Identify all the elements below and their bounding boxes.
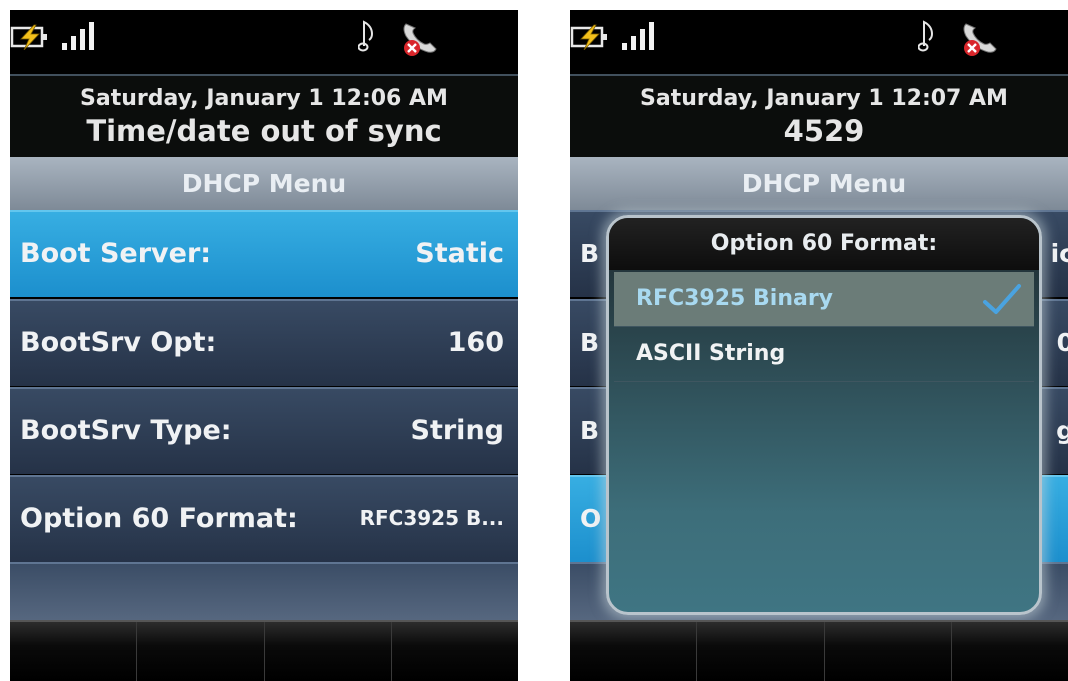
extension-number: 4529 [783, 114, 865, 148]
status-bar [570, 10, 1068, 74]
option-rfc3925-binary[interactable]: RFC3925 Binary [614, 272, 1034, 326]
row-label-fragment: O [580, 504, 602, 533]
softkey-1[interactable] [570, 622, 698, 681]
row-value-fragment: 0 [1056, 328, 1068, 357]
row-label-fragment: B [580, 416, 600, 445]
row-value: Static [415, 238, 504, 269]
softkey-3[interactable] [825, 622, 952, 681]
info-bar: Saturday, January 1 12:06 AM Time/date o… [10, 74, 518, 157]
softkey-2[interactable] [137, 622, 265, 681]
row-label-fragment: B [580, 328, 600, 357]
softkey-2[interactable] [697, 622, 825, 681]
status-bar [10, 10, 518, 74]
battery-charging-icon [570, 24, 607, 50]
row-value: String [410, 415, 504, 446]
call-end-icon [403, 23, 437, 56]
call-end-icon [963, 23, 997, 56]
sync-status-text: Time/date out of sync [86, 114, 442, 148]
row-value: 160 [447, 327, 504, 358]
phone-screen-dhcp-menu: Saturday, January 1 12:06 AM Time/date o… [10, 10, 518, 681]
row-value-fragment: g [1056, 416, 1068, 445]
softkey-4[interactable] [952, 622, 1068, 681]
date-time-text: Saturday, January 1 12:06 AM [80, 86, 448, 111]
softkey-4[interactable] [392, 622, 518, 681]
row-label: Boot Server: [20, 238, 212, 269]
date-time-text: Saturday, January 1 12:07 AM [640, 86, 1008, 111]
softkey-1[interactable] [10, 622, 138, 681]
menu-title: DHCP Menu [10, 157, 518, 210]
menu-row-boot-server[interactable]: Boot Server: Static [10, 210, 518, 297]
row-label: BootSrv Opt: [20, 327, 217, 358]
row-value-fragment: ic [1050, 239, 1068, 268]
signal-strength-icon [62, 22, 94, 50]
row-label: BootSrv Type: [20, 415, 232, 446]
phone-screen-option-60-popup: Saturday, January 1 12:07 AM 4529 DHCP M… [570, 10, 1068, 681]
music-note-icon [358, 20, 374, 52]
softkey-bar [570, 620, 1068, 681]
menu-row-bootsrv-opt[interactable]: BootSrv Opt: 160 [10, 299, 518, 386]
menu-title: DHCP Menu [570, 157, 1068, 210]
music-note-icon [918, 20, 934, 52]
option-ascii-string[interactable]: ASCII String [614, 327, 1034, 381]
info-bar: Saturday, January 1 12:07 AM 4529 [570, 74, 1068, 157]
dialog-title: Option 60 Format: [609, 218, 1039, 270]
row-label-fragment: B [580, 239, 600, 268]
signal-strength-icon [622, 22, 654, 50]
option-label: ASCII String [636, 341, 786, 366]
option-60-format-dialog: Option 60 Format: RFC3925 Binary ASCII S… [606, 215, 1042, 615]
menu-row-option-60-format[interactable]: Option 60 Format: RFC3925 B... [10, 475, 518, 562]
row-label: Option 60 Format: [20, 503, 298, 534]
option-divider [614, 381, 1034, 382]
row-value: RFC3925 B... [359, 506, 504, 530]
battery-charging-icon [10, 24, 47, 50]
checkmark-icon [983, 284, 1021, 314]
option-label: RFC3925 Binary [636, 286, 834, 311]
softkey-3[interactable] [265, 622, 392, 681]
empty-menu-area [10, 562, 518, 620]
softkey-bar [10, 620, 518, 681]
menu-row-bootsrv-type[interactable]: BootSrv Type: String [10, 387, 518, 474]
